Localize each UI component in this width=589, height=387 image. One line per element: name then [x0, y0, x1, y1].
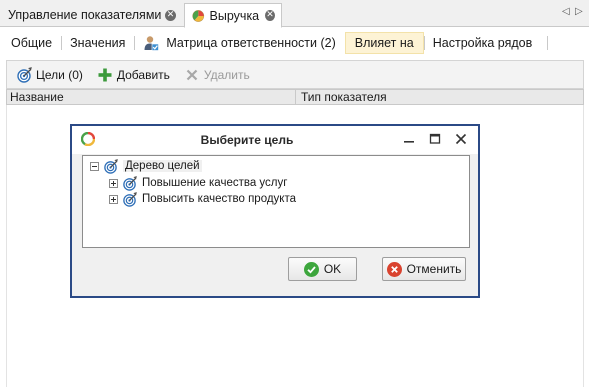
tab-indicator-management[interactable]: Управление показателями ✕ — [2, 3, 182, 27]
target-icon — [104, 158, 118, 174]
close-icon — [386, 261, 402, 277]
tree-node-label: Повышение качества услуг — [142, 177, 288, 189]
collapse-icon[interactable] — [90, 161, 99, 171]
tree-node-label: Повысить качество продукта — [142, 193, 296, 205]
chart-icon — [192, 9, 205, 22]
document-tab-bar: Управление показателями ✕ Выручка ✕ ◁ ▷ — [0, 0, 589, 28]
column-header-name[interactable]: Название — [7, 90, 296, 104]
close-icon[interactable]: ✕ — [265, 10, 275, 21]
tree-node-goal[interactable]: Повышение качества услуг — [109, 175, 287, 191]
minimize-icon[interactable] — [399, 130, 419, 148]
dialog-title: Выберите цель — [200, 133, 294, 147]
expand-icon[interactable] — [109, 178, 118, 188]
tab-values-label: Значения — [70, 35, 126, 50]
target-icon — [123, 191, 137, 207]
tab-general-label: Общие — [11, 35, 53, 50]
delete-label: Удалить — [203, 67, 250, 82]
grid-header: Название Тип показателя — [6, 89, 584, 105]
maximize-icon[interactable] — [425, 130, 445, 148]
tab-label: Управление показателями — [8, 8, 162, 22]
tab-affects-label: Влияет на — [354, 35, 414, 50]
tab-series-settings[interactable]: Настройка рядов — [423, 32, 541, 54]
section-tabs: Общие Значения Матрица ответственности (… — [2, 28, 582, 57]
tab-scroll-left-icon[interactable]: ◁ — [562, 6, 570, 17]
expand-icon[interactable] — [109, 194, 118, 204]
plus-icon — [98, 68, 112, 81]
dialog-title-bar: Выберите цель — [72, 126, 478, 154]
ok-button[interactable]: OK — [288, 257, 357, 281]
toolbar: Цели (0) Добавить Удалить — [6, 60, 584, 89]
add-label: Добавить — [116, 67, 170, 82]
close-icon[interactable]: ✕ — [165, 9, 176, 21]
goal-tree: Дерево целей Повышение качества услуг По… — [82, 155, 470, 248]
tab-label: Выручка — [209, 8, 260, 23]
goals-label: Цели (0) — [36, 67, 83, 82]
tab-general[interactable]: Общие — [2, 32, 61, 54]
target-icon — [17, 66, 32, 83]
select-goal-dialog: Выберите цель Дерево целей Повышение кач… — [70, 124, 480, 298]
close-icon[interactable] — [451, 130, 471, 148]
tab-values[interactable]: Значения — [61, 32, 134, 54]
matrix-icon — [144, 35, 160, 51]
divider — [547, 35, 549, 50]
goals-button[interactable]: Цели (0) — [16, 65, 83, 85]
tab-scroll-right-icon[interactable]: ▷ — [575, 6, 583, 17]
tree-node-goal[interactable]: Повысить качество продукта — [109, 191, 296, 207]
tree-root-label: Дерево целей — [123, 160, 202, 172]
cancel-button[interactable]: Отменить — [382, 257, 466, 281]
target-icon — [123, 175, 137, 191]
column-header-type[interactable]: Тип показателя — [296, 90, 583, 104]
tree-node-root[interactable]: Дерево целей — [90, 158, 202, 174]
ok-label: OK — [323, 262, 342, 276]
tab-matrix-label: Матрица ответственности (2) — [166, 35, 336, 50]
tab-affects[interactable]: Влияет на — [344, 31, 424, 54]
cancel-label: Отменить — [406, 262, 462, 276]
x-icon — [186, 69, 198, 80]
add-button[interactable]: Добавить — [97, 65, 170, 85]
tab-series-label: Настройка рядов — [432, 35, 533, 50]
check-icon — [303, 261, 319, 277]
tab-revenue[interactable]: Выручка ✕ — [184, 3, 282, 28]
tab-responsibility-matrix[interactable]: Матрица ответственности (2) — [134, 32, 344, 54]
delete-button[interactable]: Удалить — [184, 65, 250, 85]
